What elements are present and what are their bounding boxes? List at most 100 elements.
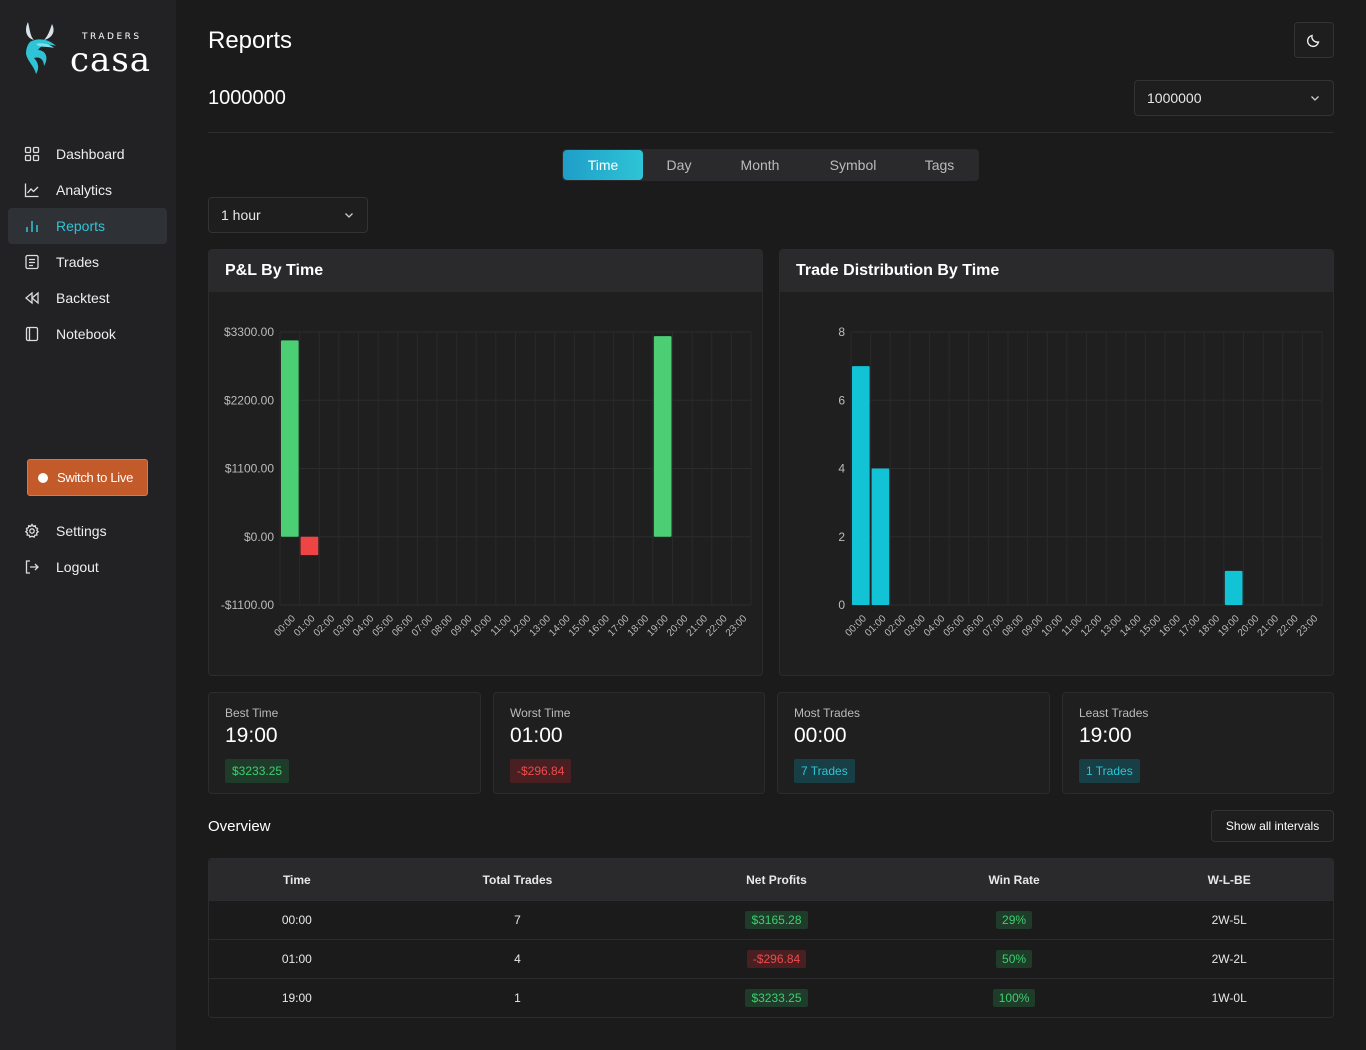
- x-tick-label: 04:00: [351, 613, 377, 639]
- x-tick-label: 18:00: [626, 613, 652, 639]
- x-tick-label: 06:00: [961, 613, 987, 639]
- tab-day[interactable]: Day: [643, 150, 715, 180]
- sidebar-item-analytics[interactable]: Analytics: [8, 172, 167, 208]
- cell-time: 00:00: [281, 913, 312, 927]
- pnl-chart-title: P&L By Time: [209, 250, 762, 292]
- sidebar-item-label: Notebook: [56, 326, 116, 342]
- analytics-icon: [24, 183, 39, 198]
- x-tick-label: 12:00: [1079, 613, 1105, 639]
- pnl-chart-card: P&L By Time $3300.00 $2200.00 $1100.00 $0.0…: [208, 249, 763, 676]
- cell-win-rate: 100%: [992, 989, 1036, 1007]
- worst-time-card: Worst Time 01:00 -$296.84: [493, 692, 765, 794]
- sidebar-item-notebook[interactable]: Notebook: [8, 316, 167, 352]
- cell-win-rate: 50%: [996, 950, 1033, 968]
- x-tick-label: 20:00: [1236, 613, 1262, 639]
- sidebar-item-dashboard[interactable]: Dashboard: [8, 136, 167, 172]
- sidebar: TRADERS casa Dashboard Analytics Reports…: [0, 0, 176, 1050]
- reports-icon: [26, 221, 38, 232]
- account-select[interactable]: 1000000: [1134, 80, 1334, 116]
- stat-value: 19:00: [1079, 724, 1132, 747]
- sidebar-item-label: Reports: [56, 218, 106, 234]
- table-row[interactable]: 19:00 1 $3233.25 100% 1W-0L: [209, 978, 1333, 1017]
- tab-symbol[interactable]: Symbol: [805, 150, 901, 180]
- trades-icon: [25, 254, 39, 270]
- x-tick-label: 12:00: [508, 613, 534, 639]
- sidebar-item-trades[interactable]: Trades: [8, 244, 167, 280]
- column-header-time: Time: [282, 872, 311, 887]
- tab-month[interactable]: Month: [715, 150, 805, 180]
- stat-badge: $3233.25: [225, 759, 290, 783]
- y-tick-label: 2: [838, 530, 845, 544]
- cell-net-profit: $3233.25: [745, 989, 808, 1007]
- sidebar-bottom-nav: Settings Logout: [8, 513, 167, 585]
- x-tick-label: 07:00: [410, 613, 436, 639]
- switch-to-live-button[interactable]: Switch to Live: [27, 459, 148, 496]
- account-title: 1000000: [208, 87, 286, 109]
- sidebar-item-settings[interactable]: Settings: [8, 513, 167, 549]
- brand-logo[interactable]: TRADERS casa: [22, 20, 162, 80]
- chart-bar: [300, 536, 319, 556]
- x-tick-label: 19:00: [1216, 613, 1242, 639]
- x-tick-label: 15:00: [1138, 613, 1164, 639]
- y-tick-label: 0: [838, 598, 845, 612]
- chart-bar: [851, 366, 870, 605]
- sidebar-item-label: Settings: [56, 523, 107, 539]
- theme-toggle-button[interactable]: [1294, 22, 1334, 58]
- sidebar-nav: Dashboard Analytics Reports Trades Backt…: [8, 136, 167, 352]
- y-tick-label: 8: [838, 325, 845, 339]
- switch-to-live-label: Switch to Live: [57, 470, 134, 485]
- report-tabs: Time Day Month Symbol Tags: [562, 149, 979, 181]
- bull-logo-icon: [26, 22, 56, 74]
- x-tick-label: 14:00: [547, 613, 573, 639]
- x-tick-label: 03:00: [331, 613, 357, 639]
- live-dot-icon: [38, 472, 48, 483]
- brand-casa: casa: [70, 40, 152, 80]
- sidebar-item-backtest[interactable]: Backtest: [8, 280, 167, 316]
- x-tick-label: 05:00: [942, 613, 968, 639]
- stat-value: 01:00: [510, 724, 563, 747]
- distribution-chart-title: Trade Distribution By Time: [780, 250, 1333, 292]
- y-tick-label: $2200.00: [224, 393, 274, 407]
- stat-value: 19:00: [225, 724, 278, 747]
- stat-label: Worst Time: [510, 706, 571, 720]
- cell-wlbe: 2W-2L: [1211, 952, 1247, 966]
- chevron-down-icon: [345, 213, 353, 218]
- x-tick-label: 21:00: [685, 613, 711, 639]
- cell-wlbe: 2W-5L: [1211, 913, 1247, 927]
- x-tick-label: 00:00: [843, 613, 869, 639]
- dashboard-icon: [24, 146, 40, 162]
- sidebar-item-label: Backtest: [56, 290, 110, 306]
- overview-title: Overview: [208, 818, 271, 835]
- x-tick-label: 23:00: [1295, 613, 1321, 639]
- chevron-down-icon: [1311, 96, 1319, 101]
- cell-net-profit: $3165.28: [745, 911, 808, 929]
- table-row[interactable]: 00:00 7 $3165.28 29% 2W-5L: [209, 900, 1333, 939]
- cell-time: 01:00: [281, 952, 312, 966]
- x-tick-label: 17:00: [1177, 613, 1203, 639]
- x-tick-label: 01:00: [292, 613, 318, 639]
- column-header-net-profits: Net Profits: [746, 872, 807, 887]
- x-tick-label: 16:00: [586, 613, 612, 639]
- x-tick-label: 20:00: [665, 613, 691, 639]
- show-all-intervals-button[interactable]: Show all intervals: [1211, 810, 1334, 842]
- cell-win-rate: 29%: [996, 911, 1033, 929]
- most-trades-card: Most Trades 00:00 7 Trades: [777, 692, 1050, 794]
- column-header-total-trades: Total Trades: [482, 872, 553, 887]
- table-row[interactable]: 01:00 4 -$296.84 50% 2W-2L: [209, 939, 1333, 978]
- x-tick-label: 07:00: [981, 613, 1007, 639]
- sidebar-item-reports[interactable]: Reports: [8, 208, 167, 244]
- sidebar-item-label: Logout: [56, 559, 99, 575]
- cell-total-trades: 4: [514, 952, 521, 966]
- x-tick-label: 16:00: [1157, 613, 1183, 639]
- interval-select[interactable]: 1 hour: [208, 197, 368, 233]
- least-trades-card: Least Trades 19:00 1 Trades: [1062, 692, 1334, 794]
- tab-time[interactable]: Time: [563, 150, 643, 180]
- stat-label: Most Trades: [794, 706, 861, 720]
- gear-icon: [24, 523, 40, 538]
- x-tick-label: 02:00: [883, 613, 909, 639]
- sidebar-item-label: Dashboard: [56, 146, 125, 162]
- tab-tags[interactable]: Tags: [901, 150, 978, 180]
- sidebar-item-logout[interactable]: Logout: [8, 549, 167, 585]
- sidebar-item-label: Trades: [56, 254, 100, 270]
- y-tick-label: 4: [838, 462, 845, 476]
